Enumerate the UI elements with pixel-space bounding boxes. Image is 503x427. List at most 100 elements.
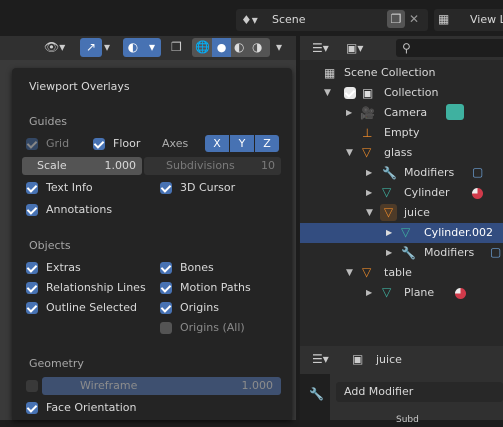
solid-shading-icon[interactable]: ● bbox=[212, 38, 231, 57]
material-icon[interactable] bbox=[472, 188, 483, 199]
scale-field[interactable]: Scale 1.000 bbox=[22, 157, 142, 175]
outliner-row-camera[interactable]: ▶ 🎥 Camera bbox=[300, 103, 503, 123]
outliner-item-label: Camera bbox=[384, 106, 428, 119]
scene-collection-icon: ▦ bbox=[324, 66, 336, 80]
outliner-item-label: Plane bbox=[404, 286, 435, 299]
editor-type-icon[interactable]: ☰▾ bbox=[312, 41, 329, 55]
outliner-item-label: Collection bbox=[384, 86, 439, 99]
text-info-checkbox[interactable] bbox=[26, 182, 38, 194]
collapse-arrow-icon[interactable]: ▼ bbox=[366, 206, 373, 220]
subdivisions-field[interactable]: Subdivisions 10 bbox=[144, 157, 281, 175]
view-layer-selector[interactable]: ▦ View L bbox=[434, 9, 503, 31]
popover-title: Viewport Overlays bbox=[29, 80, 130, 93]
annotations-checkbox[interactable] bbox=[26, 204, 38, 216]
geometry-heading: Geometry bbox=[29, 357, 84, 370]
gizmo-dropdown-icon[interactable]: ▾ bbox=[104, 40, 110, 54]
relationship-lines-checkbox[interactable] bbox=[26, 282, 38, 294]
add-modifier-label: Add Modifier bbox=[344, 385, 414, 398]
outliner-row-empty[interactable]: ⊥ Empty bbox=[300, 123, 503, 143]
material-shading-icon[interactable]: ◐ bbox=[234, 40, 244, 54]
outliner-item-label: table bbox=[384, 266, 412, 279]
collapse-arrow-icon[interactable]: ▼ bbox=[346, 146, 353, 160]
expand-arrow-icon[interactable]: ▶ bbox=[386, 246, 392, 260]
outliner-item-label: juice bbox=[404, 206, 430, 219]
expand-arrow-icon[interactable]: ▶ bbox=[366, 166, 372, 180]
visibility-icon[interactable]: 👁▾ bbox=[44, 40, 65, 54]
motion-paths-label: Motion Paths bbox=[180, 281, 251, 294]
origins-all-checkbox[interactable] bbox=[160, 322, 172, 334]
overlays-dropdown-icon[interactable]: ▾ bbox=[143, 38, 161, 57]
expand-arrow-icon[interactable]: ▶ bbox=[366, 186, 372, 200]
subsurf-modifier-icon[interactable]: ▢ bbox=[472, 165, 483, 179]
properties-object-name: juice bbox=[376, 353, 402, 366]
scene-name: Scene bbox=[272, 13, 306, 26]
expand-arrow-icon[interactable]: ▶ bbox=[346, 106, 352, 120]
rendered-shading-icon[interactable]: ◑ bbox=[252, 40, 262, 54]
axis-x-toggle[interactable]: X bbox=[205, 135, 229, 152]
outliner-row-juice-modifiers[interactable]: ▶ 🔧 Modifiers ▢ bbox=[300, 243, 503, 263]
3d-cursor-checkbox[interactable] bbox=[160, 182, 172, 194]
outliner-item-label: Modifiers bbox=[404, 166, 455, 179]
properties-tabs: 🔧 bbox=[300, 374, 330, 420]
origins-checkbox[interactable] bbox=[160, 302, 172, 314]
close-icon[interactable]: ✕ bbox=[409, 12, 419, 26]
outliner-row-juice[interactable]: ▼ ▽ juice bbox=[300, 203, 503, 223]
bones-checkbox[interactable] bbox=[160, 262, 172, 274]
display-mode-icon[interactable]: ▣▾ bbox=[346, 41, 363, 55]
collection-include-checkbox[interactable] bbox=[344, 87, 356, 99]
scene-icon: ♦▾ bbox=[241, 13, 258, 27]
outliner-item-label: Scene Collection bbox=[344, 66, 436, 79]
new-scene-icon[interactable]: ❐ bbox=[387, 10, 405, 28]
viewport-overlays-popover: Viewport Overlays Guides Grid Floor Axes… bbox=[12, 68, 292, 420]
mesh-data-icon: ▽ bbox=[382, 185, 392, 199]
expand-arrow-icon[interactable]: ▶ bbox=[386, 226, 392, 240]
add-modifier-button[interactable]: Add Modifier bbox=[336, 382, 503, 402]
origins-all-label: Origins (All) bbox=[180, 321, 245, 334]
xray-icon[interactable]: ❐ bbox=[171, 40, 182, 54]
tool-settings-icon[interactable]: 🔧 bbox=[309, 387, 324, 401]
outliner-row-cylinder-002[interactable]: ▶ ▽ Cylinder.002 bbox=[300, 223, 503, 243]
camera-data-icon[interactable] bbox=[446, 104, 464, 120]
viewport-header: 👁▾ ↗ ▾ ◐ ▾ ❐ 🌐 ● ◐ ◑ ▾ bbox=[0, 36, 296, 60]
grid-checkbox[interactable] bbox=[26, 138, 38, 150]
axis-y-toggle[interactable]: Y bbox=[230, 135, 254, 152]
wireframe-field[interactable]: Wireframe 1.000 bbox=[42, 377, 281, 395]
scene-selector[interactable]: ♦▾ Scene ❐ ✕ bbox=[236, 9, 428, 31]
shading-dropdown-icon[interactable]: ▾ bbox=[276, 40, 282, 54]
outliner-item-label: Cylinder bbox=[404, 186, 450, 199]
extras-checkbox[interactable] bbox=[26, 262, 38, 274]
wireframe-shading-icon[interactable]: 🌐 bbox=[195, 40, 210, 54]
objects-heading: Objects bbox=[29, 239, 71, 252]
collapse-arrow-icon[interactable]: ▼ bbox=[324, 86, 331, 100]
gizmo-icon[interactable]: ↗ bbox=[80, 38, 102, 57]
subdivisions-label: Subdivisions bbox=[166, 159, 235, 172]
subsurf-modifier-icon[interactable]: ▢ bbox=[490, 245, 501, 259]
outline-selected-checkbox[interactable] bbox=[26, 302, 38, 314]
motion-paths-checkbox[interactable] bbox=[160, 282, 172, 294]
outliner-row-scene-collection[interactable]: ▦ Scene Collection bbox=[300, 63, 503, 83]
outliner-header: ☰▾ ▣▾ ⚲ bbox=[300, 36, 503, 60]
outliner-row-collection[interactable]: ▼ ▣ Collection bbox=[300, 83, 503, 103]
object-pin-icon: ▣ bbox=[352, 352, 364, 366]
outline-selected-label: Outline Selected bbox=[46, 301, 137, 314]
outliner-row-table[interactable]: ▼ ▽ table bbox=[300, 263, 503, 283]
outliner-search-input[interactable]: ⚲ bbox=[396, 39, 503, 57]
guides-heading: Guides bbox=[29, 115, 68, 128]
editor-type-icon[interactable]: ☰▾ bbox=[312, 352, 329, 366]
collapse-arrow-icon[interactable]: ▼ bbox=[346, 266, 353, 280]
outliner-row-glass-cylinder[interactable]: ▶ ▽ Cylinder bbox=[300, 183, 503, 203]
properties-panel: ☰▾ ▣ juice 🔧 Add Modifier Subd bbox=[300, 346, 503, 425]
axis-z-toggle[interactable]: Z bbox=[255, 135, 279, 152]
annotations-label: Annotations bbox=[46, 203, 113, 216]
expand-arrow-icon[interactable]: ▶ bbox=[366, 286, 372, 300]
outliner-row-plane[interactable]: ▶ ▽ Plane bbox=[300, 283, 503, 303]
subdivisions-value: 10 bbox=[261, 159, 275, 172]
outliner-row-glass[interactable]: ▼ ▽ glass bbox=[300, 143, 503, 163]
face-orientation-checkbox[interactable] bbox=[26, 402, 38, 414]
wireframe-checkbox[interactable] bbox=[26, 380, 38, 392]
floor-checkbox[interactable] bbox=[93, 138, 105, 150]
scale-label: Scale bbox=[37, 159, 67, 172]
overlays-toggle-icon[interactable]: ◐ bbox=[123, 38, 143, 57]
outliner-row-glass-modifiers[interactable]: ▶ 🔧 Modifiers ▢ bbox=[300, 163, 503, 183]
material-icon[interactable] bbox=[455, 288, 466, 299]
